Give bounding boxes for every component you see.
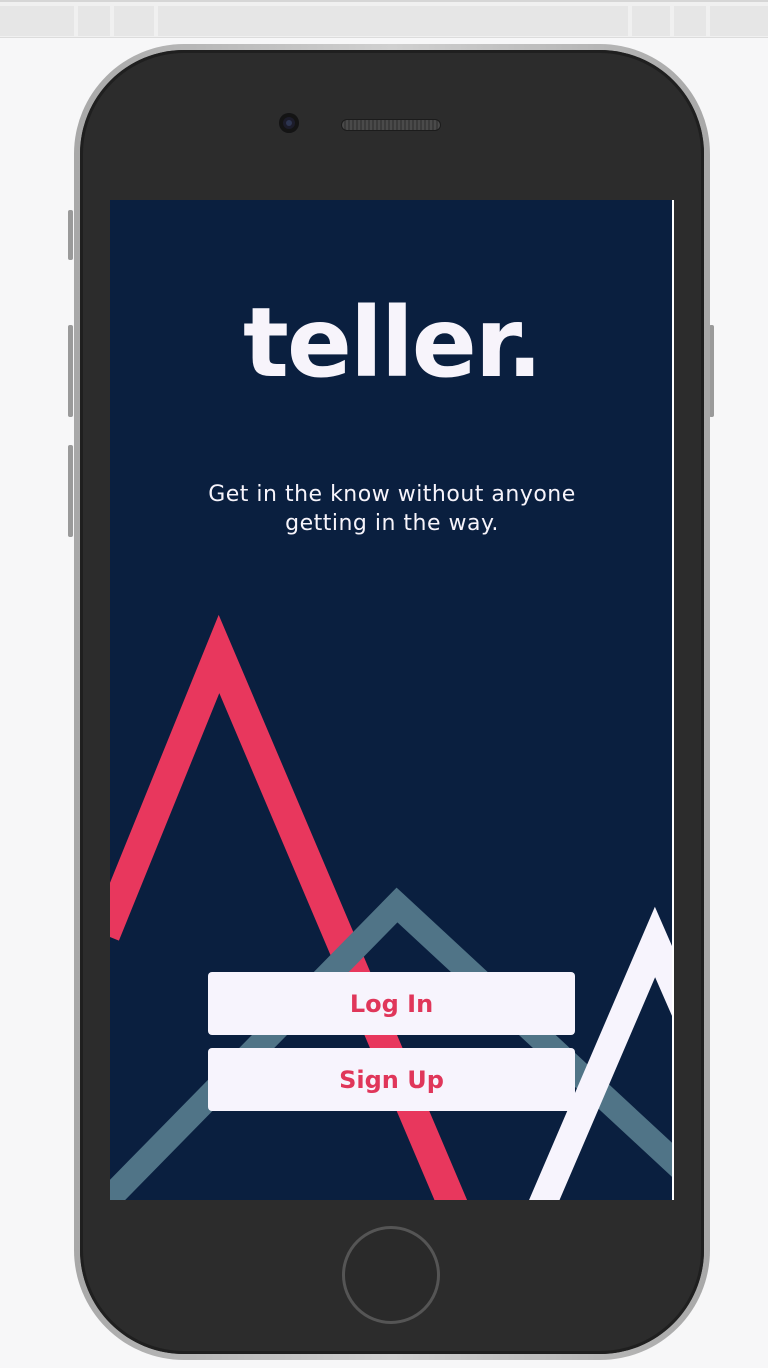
earpiece-speaker (341, 119, 441, 131)
app-logo: teller. (242, 287, 543, 399)
toolbar-segment (158, 6, 628, 36)
toolbar-segment (710, 6, 768, 36)
toolbar-segment (632, 6, 670, 36)
home-button[interactable] (342, 1226, 440, 1324)
tagline: Get in the know without anyone getting i… (208, 482, 576, 536)
browser-toolbar (0, 0, 768, 38)
toolbar-segment (114, 6, 154, 36)
signup-button[interactable]: Sign Up (208, 1048, 575, 1111)
toolbar-segment (78, 6, 110, 36)
toolbar-segment (0, 6, 74, 36)
front-camera-icon (279, 113, 299, 133)
toolbar-segment (674, 6, 706, 36)
volume-up-button (68, 325, 73, 417)
mute-switch (68, 210, 73, 260)
login-button[interactable]: Log In (208, 972, 575, 1035)
app-screen: teller. Get in the know without anyone g… (110, 200, 674, 1200)
volume-down-button (68, 445, 73, 537)
